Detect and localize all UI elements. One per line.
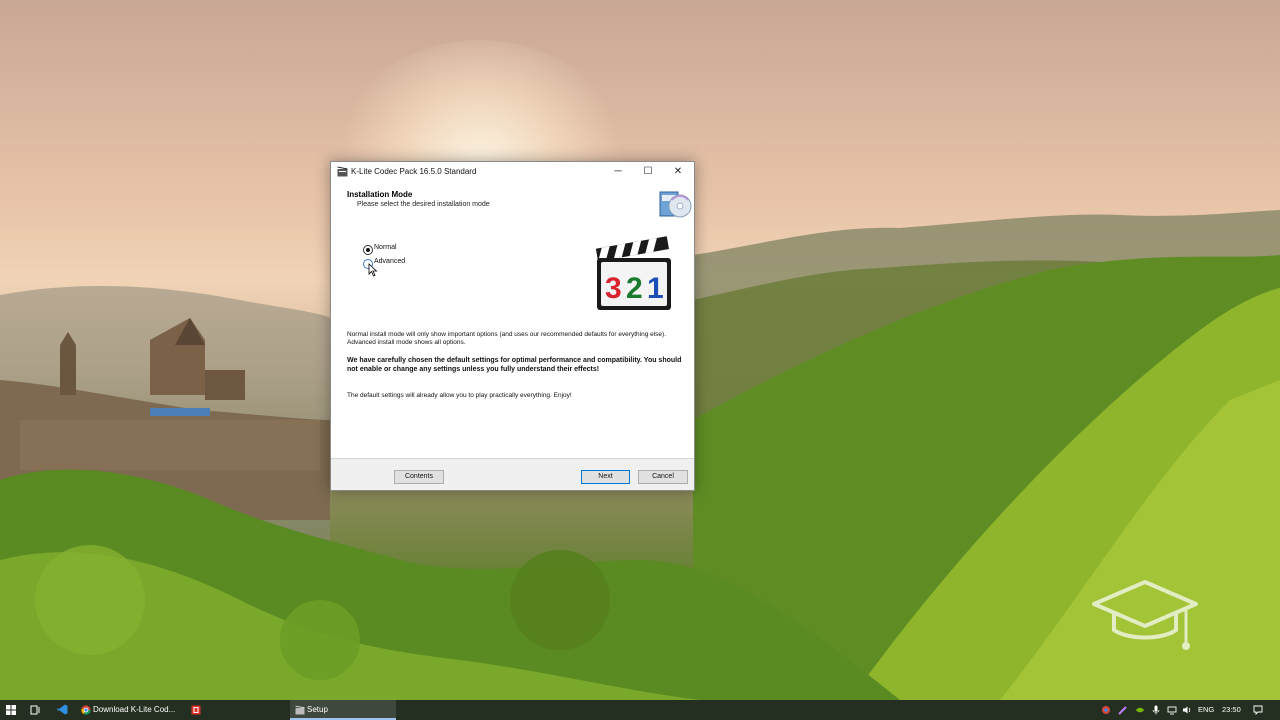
cancel-button[interactable]: Cancel (638, 470, 688, 484)
setup-icon (295, 705, 305, 715)
next-button[interactable]: Next (581, 470, 630, 484)
minimize-button[interactable]: ─ (603, 162, 633, 182)
vscode-icon[interactable] (57, 704, 68, 715)
page-subtitle: Please select the desired installation m… (357, 201, 490, 208)
network-icon[interactable] (1167, 705, 1177, 715)
chrome-task-label: Download K-Lite Cod... (93, 705, 176, 714)
logo-digit-two: 2 (626, 272, 643, 305)
logo-digit-three: 3 (605, 272, 622, 305)
normal-radio-button[interactable] (363, 245, 373, 255)
logo-digit-one: 1 (647, 272, 664, 305)
taskbar-chrome-task[interactable]: Download K-Lite Cod... (76, 700, 186, 720)
installer-window: K-Lite Codec Pack 16.5.0 Standard ─ ☐ ✕ … (330, 161, 695, 491)
taskbar-setup-task[interactable]: Setup (290, 700, 396, 720)
taskbar-red-app-task[interactable] (186, 700, 286, 720)
clapperboard-app-icon (337, 166, 348, 177)
windows-start-icon[interactable] (6, 705, 16, 715)
mouse-cursor-icon (368, 263, 378, 277)
title-bar[interactable]: K-Lite Codec Pack 16.5.0 Standard ─ ☐ ✕ (331, 162, 694, 182)
tray-nvidia-icon[interactable] (1135, 705, 1145, 715)
clock[interactable]: 23:50 (1222, 700, 1241, 720)
normal-option-label: Normal (374, 244, 397, 251)
installer-box-cd-icon (659, 191, 692, 218)
tray-chrome-icon[interactable] (1101, 705, 1111, 715)
language-indicator[interactable]: ENG (1198, 700, 1214, 720)
maximize-button[interactable]: ☐ (633, 162, 663, 182)
notifications-icon[interactable] (1253, 705, 1263, 715)
advanced-option-label: Advanced (374, 258, 406, 265)
mode-description-text: Normal install mode will only show impor… (347, 331, 667, 347)
graduation-cap-watermark-icon (1092, 580, 1198, 650)
page-header: Installation Mode Please select the desi… (331, 182, 694, 226)
microphone-icon[interactable] (1151, 705, 1161, 715)
page-title: Installation Mode (347, 190, 413, 199)
close-button[interactable]: ✕ (663, 162, 693, 182)
chrome-icon (81, 705, 91, 715)
task-view-icon[interactable] (30, 705, 41, 715)
window-title: K-Lite Codec Pack 16.5.0 Standard (351, 167, 477, 176)
volume-icon[interactable] (1182, 705, 1192, 715)
default-settings-text: The default settings will already allow … (347, 392, 572, 399)
taskbar: Download K-Lite Cod... Setup ENG 23:50 (0, 700, 1280, 720)
setup-task-label: Setup (307, 705, 328, 714)
tray-pen-icon[interactable] (1118, 705, 1128, 715)
media-player-classic-321-logo: 3 2 1 (595, 236, 671, 310)
contents-button[interactable]: Contents (394, 470, 444, 484)
red-app-icon (191, 705, 201, 715)
warning-text: We have carefully chosen the default set… (347, 357, 682, 373)
